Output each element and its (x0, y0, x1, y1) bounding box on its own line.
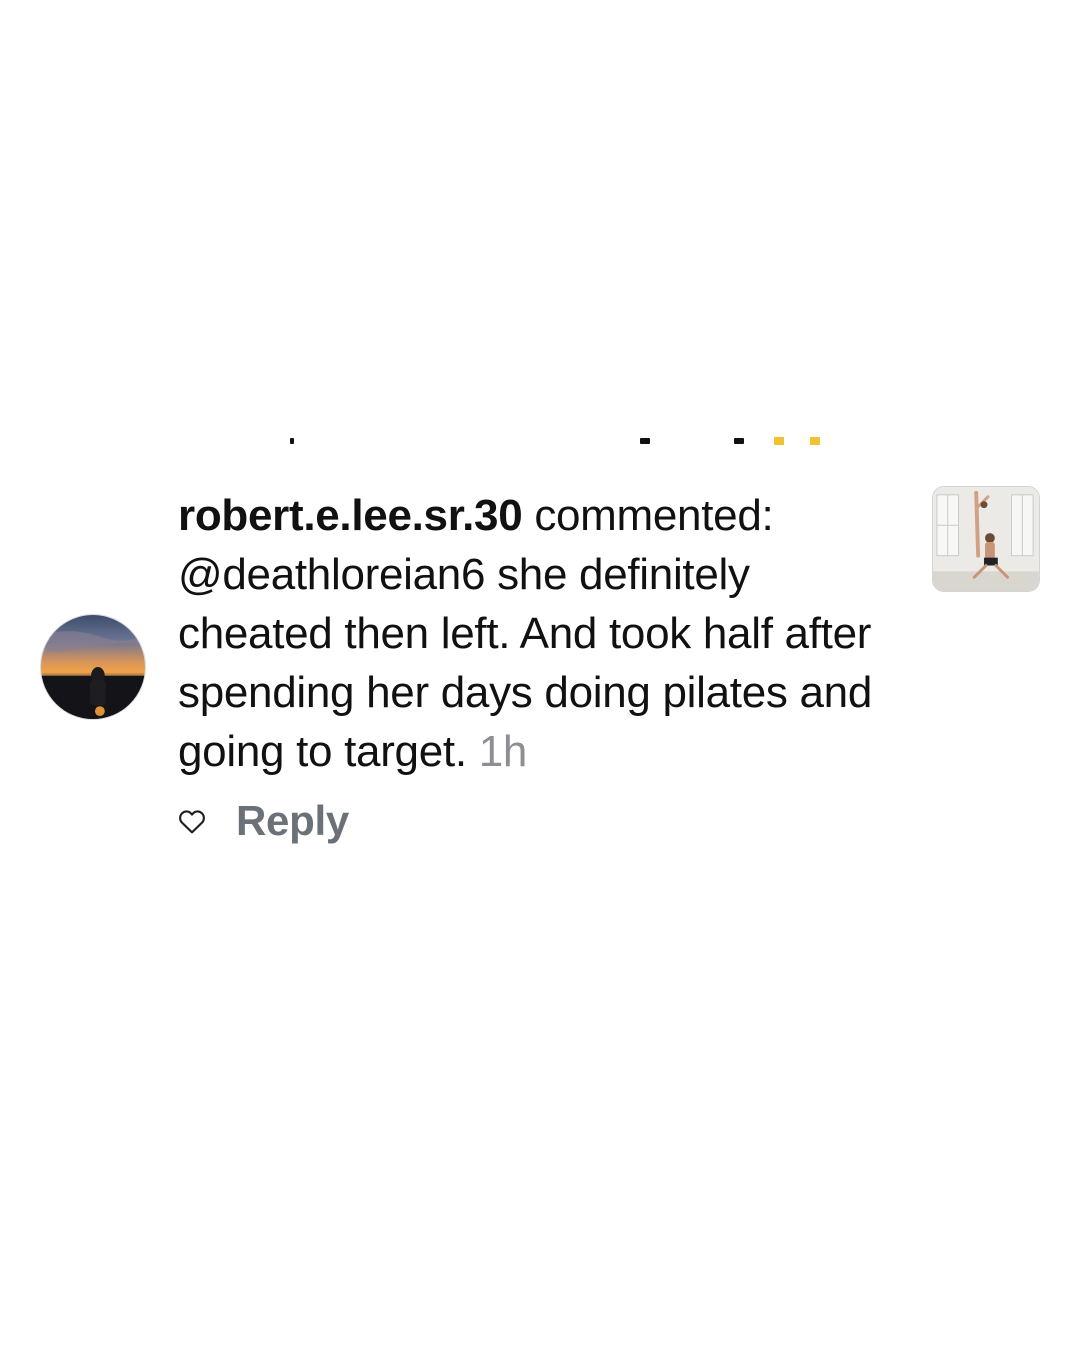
comment-actions: Reply (176, 796, 349, 846)
emoji-fragment (810, 437, 820, 445)
post-thumbnail[interactable] (932, 486, 1040, 592)
timestamp: 1h (478, 727, 528, 776)
comment-notification[interactable]: robert.e.lee.sr.30 commented: @deathlore… (0, 486, 1080, 866)
reply-button[interactable]: Reply (236, 797, 349, 845)
crop-fragment (290, 438, 294, 444)
avatar[interactable] (40, 614, 146, 720)
action-text: commented: (534, 491, 774, 540)
crop-fragment (734, 438, 744, 444)
crop-fragment (640, 438, 650, 444)
emoji-fragment (774, 437, 784, 445)
post-thumbnail-photo (933, 487, 1039, 591)
cropped-previous-comment (0, 426, 1080, 448)
heart-outline-icon[interactable] (176, 805, 208, 837)
username[interactable]: robert.e.lee.sr.30 (178, 491, 523, 540)
mention-link[interactable]: @deathloreian6 (178, 550, 485, 599)
sunset-profile-photo (41, 615, 145, 719)
comment-text: robert.e.lee.sr.30 commented: @deathlore… (178, 486, 908, 781)
